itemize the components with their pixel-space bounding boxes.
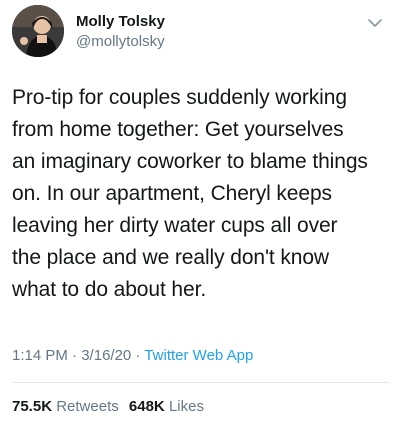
tweet-text-line: leaving her dirty water cups all over xyxy=(12,214,338,237)
tweet-text: Pro-tip for couples suddenly working fro… xyxy=(12,82,392,306)
meta-separator: · xyxy=(135,347,141,364)
display-name[interactable]: Molly Tolsky xyxy=(76,13,165,31)
tweet-text-line: on. In our apartment, Cheryl keeps xyxy=(12,182,332,205)
chevron-down-icon xyxy=(368,19,382,27)
tweet-card: Molly Tolsky @mollytolsky Pro-tip for co… xyxy=(0,0,401,429)
divider xyxy=(12,382,389,383)
user-handle[interactable]: @mollytolsky xyxy=(76,33,165,51)
likes-count: 648K xyxy=(128,398,165,415)
retweets-label: Retweets xyxy=(56,398,119,415)
tweet-text-line: what to do about her. xyxy=(12,278,207,301)
tweet-source-link[interactable]: Twitter Web App xyxy=(144,347,253,364)
author-block[interactable]: Molly Tolsky @mollytolsky xyxy=(76,13,165,51)
retweets-stat[interactable]: 75.5K Retweets xyxy=(12,398,123,415)
tweet-stats: 75.5K Retweets 648K Likes xyxy=(12,397,204,417)
profile-photo-icon xyxy=(12,5,64,57)
tweet-text-line: an imaginary coworker to blame things xyxy=(12,150,368,173)
retweets-count: 75.5K xyxy=(12,398,53,415)
tweet-date[interactable]: 3/16/20 xyxy=(81,347,131,364)
likes-label: Likes xyxy=(168,398,204,415)
likes-stat[interactable]: 648K Likes xyxy=(129,398,204,415)
avatar[interactable] xyxy=(12,5,64,57)
tweet-menu-button[interactable] xyxy=(366,14,384,32)
tweet-meta: 1:14 PM · 3/16/20 · Twitter Web App xyxy=(12,346,253,366)
tweet-time[interactable]: 1:14 PM xyxy=(12,347,68,364)
tweet-text-line: Pro-tip for couples suddenly working xyxy=(12,86,347,109)
tweet-text-line: from home together: Get yourselves xyxy=(12,118,344,141)
meta-separator: · xyxy=(72,347,78,364)
tweet-text-line: the place and we really don't know xyxy=(12,246,329,269)
